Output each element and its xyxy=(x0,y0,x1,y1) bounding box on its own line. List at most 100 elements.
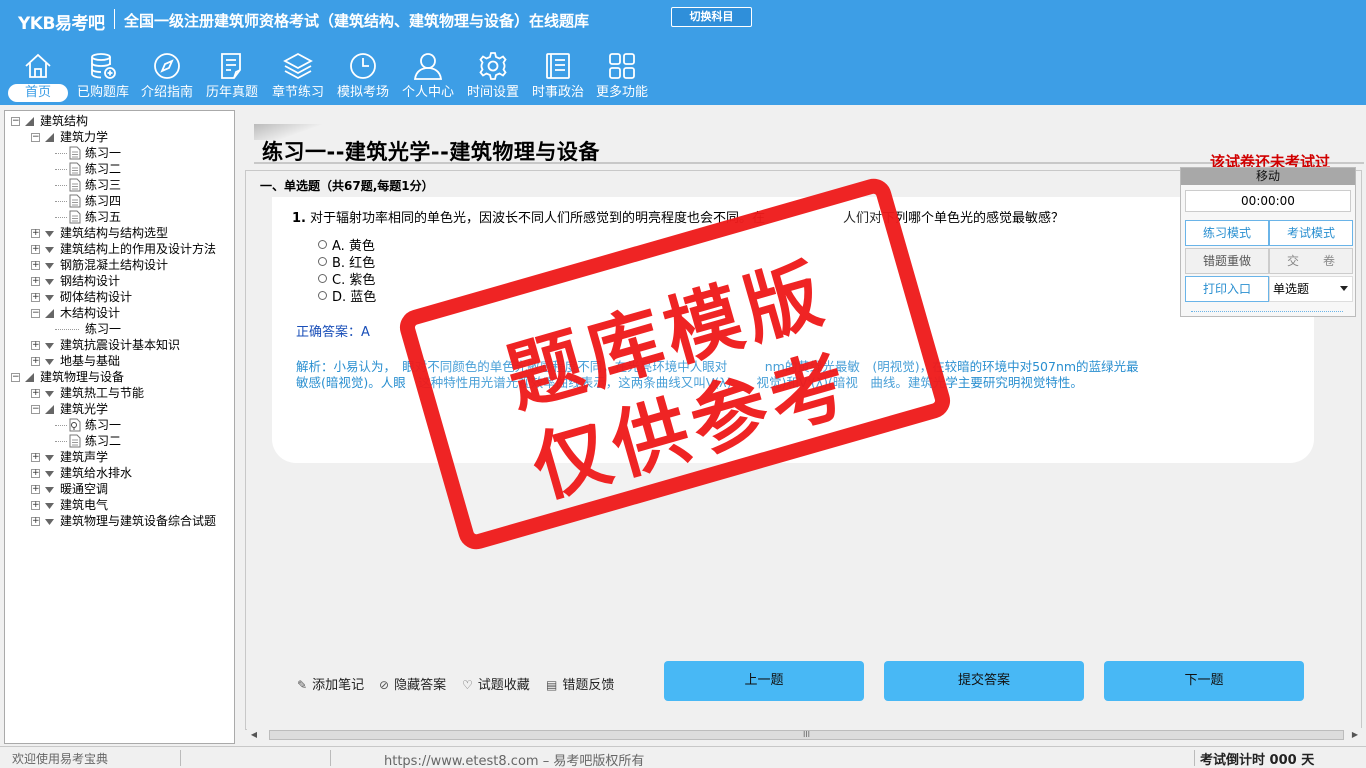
feedback-icon: ▤ xyxy=(546,678,558,692)
expand-icon[interactable]: + xyxy=(31,485,40,494)
switch-subject-button[interactable]: 切换科目 xyxy=(671,7,752,27)
redo-wrong-button[interactable]: 错题重做 xyxy=(1185,248,1269,274)
print-button[interactable]: 打印入口 xyxy=(1185,276,1269,302)
question-stem-tail: 人们对下列哪个单色光的感觉最敏感？ xyxy=(843,211,1065,226)
nav-label: 更多功能 xyxy=(595,85,648,100)
submit-answer-button[interactable]: 提交答案 xyxy=(884,661,1084,701)
nav-time-settings[interactable]: 时间设置 xyxy=(464,46,522,104)
exam-countdown: 考试倒计时 000 天 xyxy=(1200,753,1315,768)
tree-label: 建筑声学 xyxy=(60,450,109,464)
nav-current-affairs[interactable]: 时事政治 xyxy=(529,46,587,104)
home-icon xyxy=(25,53,51,78)
chevron-down-icon xyxy=(1340,286,1348,291)
question-type-select[interactable]: 单选题 xyxy=(1269,276,1353,302)
expand-icon[interactable]: + xyxy=(31,341,40,350)
expand-icon[interactable]: + xyxy=(31,229,40,238)
nav-mock-exam[interactable]: 模拟考场 xyxy=(334,46,392,104)
tree-node[interactable]: − 建筑结构 xyxy=(5,113,234,129)
tree-node[interactable]: + 建筑声学 xyxy=(5,449,234,465)
chapter-tree: − 建筑结构 − 建筑力学 练习一 练习二 练习三 练习四 练习五 + 建筑结构与结构选型 + 建筑结构… xyxy=(4,110,235,744)
tree-leaf[interactable]: 练习二 xyxy=(5,161,234,177)
tree-leaf[interactable]: 练习三 xyxy=(5,177,234,193)
expand-icon[interactable]: + xyxy=(31,357,40,366)
tree-node[interactable]: + 地基与基础 xyxy=(5,353,234,369)
tree-node[interactable]: + 钢筋混凝土结构设计 xyxy=(5,257,234,273)
tree-node[interactable]: + 建筑物理与建筑设备综合试题 xyxy=(5,513,234,529)
tree-node[interactable]: − 建筑物理与设备 xyxy=(5,369,234,385)
grid-icon xyxy=(609,53,635,79)
prev-question-button[interactable]: 上一题 xyxy=(664,661,864,701)
option-d[interactable]: D. 蓝色 xyxy=(318,286,376,305)
expand-icon[interactable]: + xyxy=(31,501,40,510)
favorite-button[interactable]: ♡ 试题收藏 xyxy=(462,674,530,693)
tree-node[interactable]: + 建筑抗震设计基本知识 xyxy=(5,337,234,353)
database-icon xyxy=(91,53,116,79)
tree-label: 练习一 xyxy=(85,146,122,160)
tree-leaf[interactable]: 练习二 xyxy=(5,433,234,449)
tree-node[interactable]: + 建筑结构与结构选型 xyxy=(5,225,234,241)
next-question-button[interactable]: 下一题 xyxy=(1104,661,1304,701)
expand-icon[interactable]: + xyxy=(31,453,40,462)
tree-leaf[interactable]: 练习一 xyxy=(5,321,234,337)
expand-icon[interactable]: + xyxy=(31,261,40,270)
scroll-right-icon[interactable]: ▶ xyxy=(1348,728,1362,742)
collapse-icon[interactable]: − xyxy=(31,405,40,414)
tree-node[interactable]: + 钢结构设计 xyxy=(5,273,234,289)
nav-purchased[interactable]: 已购题库 xyxy=(74,46,132,104)
panel-drag-handle[interactable]: 移动 xyxy=(1181,168,1355,185)
practice-mode-button[interactable]: 练习模式 xyxy=(1185,220,1269,246)
nav-label: 时事政治 xyxy=(531,85,584,100)
answer-label: 正确答案： xyxy=(296,325,362,340)
scroll-left-icon[interactable]: ◀ xyxy=(247,728,261,742)
expand-icon[interactable]: + xyxy=(31,293,40,302)
nav-past-exams[interactable]: 历年真题 xyxy=(203,46,261,104)
tree-node[interactable]: − 建筑力学 xyxy=(5,129,234,145)
tree-node[interactable]: + 暖通空调 xyxy=(5,481,234,497)
expand-icon[interactable]: + xyxy=(31,277,40,286)
action-label: 隐藏答案 xyxy=(394,678,447,693)
tree-node[interactable]: + 建筑热工与节能 xyxy=(5,385,234,401)
tree-label: 建筑物理与建筑设备综合试题 xyxy=(60,514,217,528)
nav-more-features[interactable]: 更多功能 xyxy=(593,46,651,104)
collapse-icon[interactable]: − xyxy=(31,309,40,318)
tree-leaf[interactable]: 练习四 xyxy=(5,193,234,209)
expand-icon[interactable]: + xyxy=(31,469,40,478)
nav-personal-center[interactable]: 个人中心 xyxy=(399,46,457,104)
hide-answer-button[interactable]: ⊘ 隐藏答案 xyxy=(379,674,447,693)
tree-label: 钢筋混凝土结构设计 xyxy=(60,258,169,272)
tree-node[interactable]: + 建筑电气 xyxy=(5,497,234,513)
tree-label: 练习一 xyxy=(85,322,122,336)
welcome-text: 欢迎使用易考宝典 xyxy=(12,752,109,766)
option-label: D. 蓝色 xyxy=(332,290,377,305)
tree-node[interactable]: + 建筑给水排水 xyxy=(5,465,234,481)
add-note-button[interactable]: ✎ 添加笔记 xyxy=(297,674,364,693)
exam-mode-button[interactable]: 考试模式 xyxy=(1269,220,1353,246)
scrollbar-thumb[interactable]: III xyxy=(269,730,1344,740)
hand-in-button[interactable]: 交 卷 xyxy=(1269,248,1353,274)
collapse-icon[interactable]: − xyxy=(31,133,40,142)
collapse-icon[interactable]: − xyxy=(11,117,20,126)
nav-label: 个人中心 xyxy=(401,85,454,100)
paper-title: 练习一--建筑光学--建筑物理与设备 xyxy=(262,140,600,164)
compass-icon xyxy=(154,53,180,79)
nav-chapter-practice[interactable]: 章节练习 xyxy=(269,46,327,104)
nav-guide[interactable]: 介绍指南 xyxy=(138,46,196,104)
tree-node[interactable]: + 建筑结构上的作用及设计方法 xyxy=(5,241,234,257)
expand-icon[interactable]: + xyxy=(31,245,40,254)
error-feedback-button[interactable]: ▤ 错题反馈 xyxy=(546,674,614,693)
tree-node[interactable]: − 木结构设计 xyxy=(5,305,234,321)
tree-leaf[interactable]: 练习五 xyxy=(5,209,234,225)
nav-label: 时间设置 xyxy=(466,85,519,100)
expand-icon[interactable]: + xyxy=(31,517,40,526)
collapse-icon[interactable]: − xyxy=(11,373,20,382)
tree-label: 木结构设计 xyxy=(60,306,121,320)
tree-leaf[interactable]: 练习一 xyxy=(5,417,234,433)
tree-node[interactable]: − 建筑光学 xyxy=(5,401,234,417)
expand-icon[interactable]: + xyxy=(31,389,40,398)
horizontal-scrollbar[interactable]: ◀ III ▶ xyxy=(247,728,1362,742)
tree-leaf[interactable]: 练习一 xyxy=(5,145,234,161)
tree-label: 建筑电气 xyxy=(60,498,109,512)
nav-home[interactable]: 首页 xyxy=(8,46,68,104)
tree-node[interactable]: + 砌体结构设计 xyxy=(5,289,234,305)
news-icon xyxy=(546,53,570,79)
